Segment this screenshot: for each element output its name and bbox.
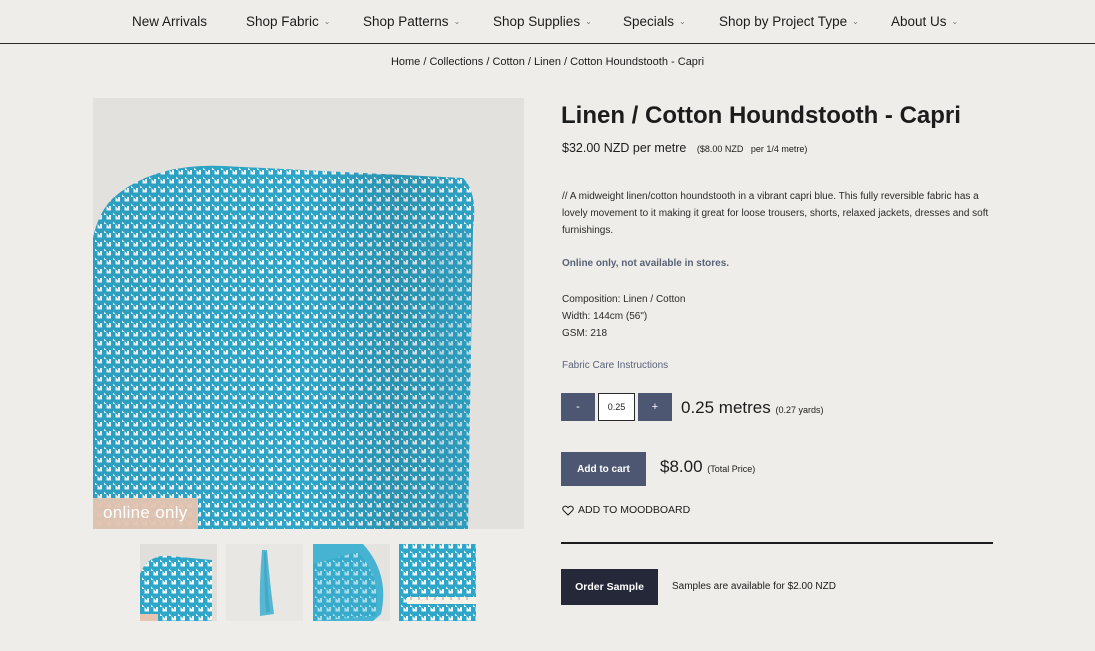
spec-width: Width: 144cm (56")	[562, 311, 648, 322]
quantity-yards: (0.27 yards)	[775, 405, 824, 415]
heart-icon	[562, 505, 574, 516]
total-amount: $8.00	[660, 457, 703, 476]
quantity-increase-button[interactable]: +	[638, 393, 672, 421]
spec-composition: Composition: Linen / Cotton	[562, 294, 686, 305]
section-divider	[561, 542, 993, 544]
chevron-down-icon: ⌄	[679, 17, 686, 26]
order-sample-button[interactable]: Order Sample	[561, 569, 658, 605]
quantity-metres: 0.25 metres	[681, 398, 771, 417]
online-only-note: Online only, not available in stores.	[562, 258, 730, 269]
product-specs: Composition: Linen / Cotton Width: 144cm…	[562, 291, 685, 342]
chevron-down-icon: ⌄	[852, 17, 859, 26]
fabric-care-link[interactable]: Fabric Care Instructions	[562, 360, 668, 371]
spec-gsm: GSM: 218	[562, 328, 608, 339]
chevron-down-icon: ⌄	[585, 17, 592, 26]
nav-shop-patterns[interactable]: Shop Patterns ⌄	[363, 14, 460, 29]
price-quarter: ($8.00 NZD	[696, 144, 744, 154]
sample-note: Samples are available for $2.00 NZD	[672, 581, 836, 592]
chevron-down-icon: ⌄	[951, 17, 959, 26]
product-price: $32.00 NZD per metre ($8.00 NZD per 1/4 …	[562, 141, 807, 155]
chevron-down-icon: ⌄	[323, 17, 331, 26]
breadcrumb-current: Cotton Houndstooth - Capri	[570, 56, 705, 68]
nav-about-us[interactable]: About Us ⌄	[891, 14, 958, 29]
quantity-input[interactable]	[598, 393, 635, 421]
add-to-cart-button[interactable]: Add to cart	[561, 452, 646, 486]
total-label: (Total Price)	[707, 464, 756, 474]
chevron-down-icon: ⌄	[453, 17, 461, 26]
breadcrumb-home[interactable]: Home	[391, 56, 420, 68]
total-price: $8.00 (Total Price)	[660, 457, 755, 477]
price-per-metre: $32.00 NZD per metre	[562, 141, 687, 155]
nav-shop-supplies[interactable]: Shop Supplies ⌄	[493, 14, 592, 29]
quantity-decrease-button[interactable]: -	[561, 393, 595, 421]
breadcrumb: Home / Collections / Cotton / Linen / Co…	[390, 56, 705, 68]
product-title: Linen / Cotton Houndstooth - Capri	[561, 102, 961, 129]
product-description: // A midweight linen/cotton houndstooth …	[562, 191, 989, 236]
thumbnail-fabric-ruler[interactable]	[399, 544, 476, 621]
thumbnail-fabric-bolt[interactable]	[313, 544, 390, 621]
nav-specials[interactable]: Specials ⌄	[623, 14, 686, 29]
breadcrumb-cotton[interactable]: Cotton	[492, 56, 524, 68]
nav-new-arrivals[interactable]: New Arrivals	[132, 14, 207, 29]
breadcrumb-linen[interactable]: Linen	[534, 56, 561, 68]
nav-shop-fabric[interactable]: Shop Fabric ⌄	[246, 14, 331, 29]
online-only-badge: online only	[93, 498, 198, 529]
nav-shop-by-project-type[interactable]: Shop by Project Type ⌄	[719, 14, 859, 29]
top-navigation: New Arrivals Shop Fabric ⌄ Shop Patterns ⌄…	[0, 0, 1095, 44]
add-to-moodboard-link[interactable]: ADD TO MOODBOARD	[562, 504, 690, 516]
price-quarter-unit: per 1/4 metre)	[750, 144, 808, 154]
product-main-image[interactable]: online only	[93, 98, 524, 529]
thumbnail-fabric-roll[interactable]	[140, 544, 217, 621]
quantity-readout: 0.25 metres (0.27 yards)	[681, 398, 824, 418]
moodboard-label: ADD TO MOODBOARD	[578, 504, 691, 516]
thumbnail-hanging-fabric[interactable]	[226, 544, 303, 621]
breadcrumb-collections[interactable]: Collections	[429, 56, 483, 68]
